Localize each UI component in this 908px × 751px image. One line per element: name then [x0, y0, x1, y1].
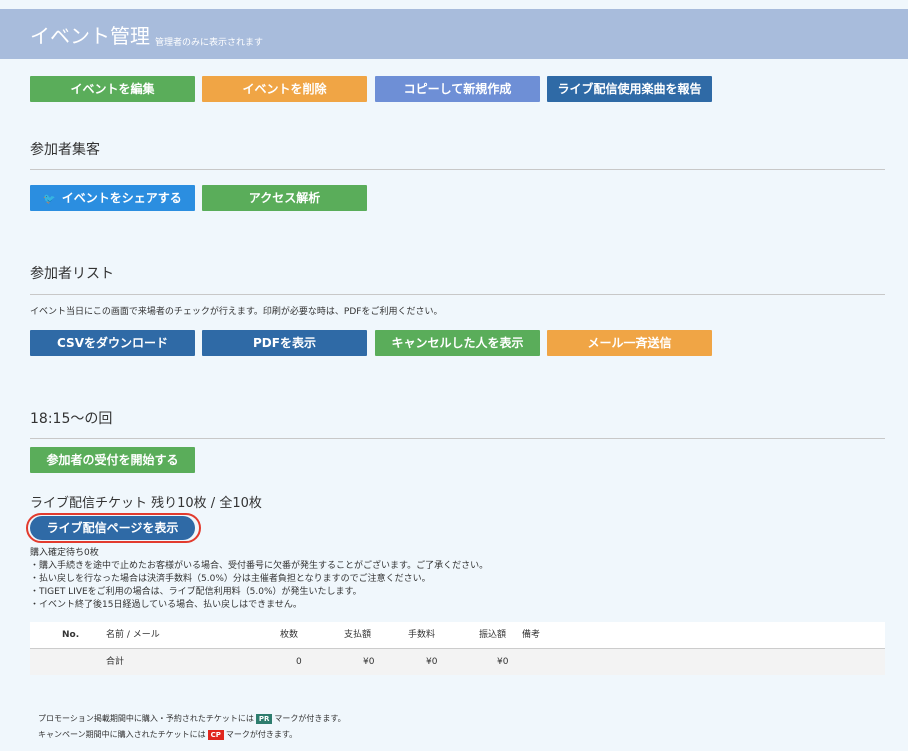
header-remarks: 備考 [522, 630, 541, 640]
show-cancelled-button[interactable]: キャンセルした人を表示 [375, 330, 540, 356]
participants-section-title: 参加者リスト [30, 266, 114, 282]
pr-note-text: プロモーション掲載期間中に購入・予約されたチケットには [38, 714, 254, 723]
total-paid: ¥0 [363, 657, 375, 667]
pending-count: 購入確定待ち0枚 [30, 548, 99, 558]
header-name: 名前 / メール [106, 630, 160, 640]
table-total-row: 合計 0 ¥0 ¥0 ¥0 [30, 649, 885, 675]
note-line: ・購入手続きを途中で止めたお客様がいる場合、受付番号に欠番が発生することがござい… [30, 561, 489, 571]
total-count: 0 [296, 657, 302, 667]
note-line: ・イベント終了後15日経過している場合、払い戻しはできません。 [30, 600, 302, 610]
delete-event-button[interactable]: イベントを削除 [202, 76, 367, 102]
pr-note: プロモーション掲載期間中に購入・予約されたチケットには PR マークが付きます。 [38, 713, 346, 724]
header-fee: 手数料 [408, 630, 436, 640]
twitter-bird-icon: 🐦 [43, 194, 56, 205]
header-count: 枚数 [280, 630, 299, 640]
divider [30, 294, 885, 295]
edit-event-button[interactable]: イベントを編集 [30, 76, 195, 102]
header-transfer: 振込額 [479, 630, 507, 640]
session-title: 18:15〜の回 [30, 411, 113, 427]
start-reception-button[interactable]: 参加者の受付を開始する [30, 447, 195, 473]
table-header-row: No. 名前 / メール 枚数 支払額 手数料 振込額 備考 [30, 622, 885, 648]
total-label: 合計 [106, 657, 125, 667]
divider [30, 438, 885, 439]
share-event-button[interactable]: 🐦 イベントをシェアする [30, 185, 195, 211]
cp-note: キャンペーン期間中に購入されたチケットには CP マークが付きます。 [38, 729, 297, 740]
share-event-label: イベントをシェアする [61, 191, 182, 205]
total-fee: ¥0 [426, 657, 438, 667]
total-transfer: ¥0 [497, 657, 509, 667]
pr-badge: PR [255, 713, 273, 724]
show-pdf-button[interactable]: PDFを表示 [202, 330, 367, 356]
divider [30, 169, 885, 170]
note-line: ・TIGET LIVEをご利用の場合は、ライブ配信利用料（5.0%）が発生いたし… [30, 587, 362, 597]
highlight-annotation [26, 513, 201, 543]
attract-section-title: 参加者集客 [30, 142, 100, 158]
attendee-table: No. 名前 / メール 枚数 支払額 手数料 振込額 備考 合計 0 ¥0 ¥… [30, 622, 885, 675]
page-header: イベント管理 管理者のみに表示されます [0, 9, 908, 59]
access-analytics-button[interactable]: アクセス解析 [202, 185, 367, 211]
page-title: イベント管理 [30, 24, 150, 48]
csv-download-button[interactable]: CSVをダウンロード [30, 330, 195, 356]
ticket-notes: 購入確定待ち0枚 ・購入手続きを途中で止めたお客様がいる場合、受付番号に欠番が発… [30, 547, 488, 612]
cp-note-text: キャンペーン期間中に購入されたチケットには [38, 730, 206, 739]
note-line: ・払い戻しを行なった場合は決済手数料（5.0%）分は主催者負担となりますのでご注… [30, 574, 431, 584]
cp-badge: CP [207, 729, 224, 740]
header-paid: 支払額 [344, 630, 372, 640]
bulk-mail-button[interactable]: メール一斉送信 [547, 330, 712, 356]
participants-description: イベント当日にこの画面で来場者のチェックが行えます。印刷が必要な時は、PDFをご… [30, 307, 443, 317]
cp-note-suffix: マークが付きます。 [225, 730, 298, 739]
pr-note-suffix: マークが付きます。 [274, 714, 346, 723]
ticket-title: ライブ配信チケット 残り10枚 / 全10枚 [30, 496, 262, 511]
copy-event-button[interactable]: コピーして新規作成 [375, 76, 540, 102]
header-no: No. [62, 630, 80, 640]
report-music-button[interactable]: ライブ配信使用楽曲を報告 [547, 76, 712, 102]
admin-only-note: 管理者のみに表示されます [155, 38, 264, 48]
